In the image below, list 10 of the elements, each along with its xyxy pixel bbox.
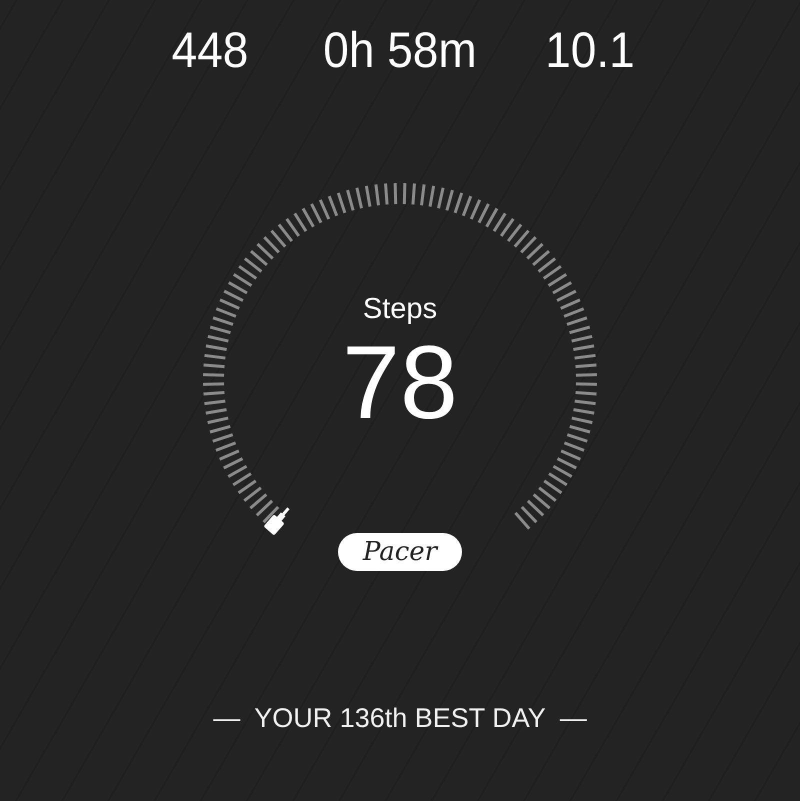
stat-value: 0h 58m <box>322 22 478 78</box>
dash: — <box>560 703 587 734</box>
best-day-text: YOUR 136th BEST DAY <box>254 703 546 734</box>
stat-value: 10.1 <box>544 22 636 78</box>
dash: — <box>213 703 240 734</box>
progress-marker-icon <box>264 507 290 536</box>
pacer-logo: Pacer <box>338 533 462 571</box>
steps-count: 78 <box>342 328 458 438</box>
steps-label: Steps <box>362 292 438 326</box>
stat-value: 448 <box>170 22 250 78</box>
